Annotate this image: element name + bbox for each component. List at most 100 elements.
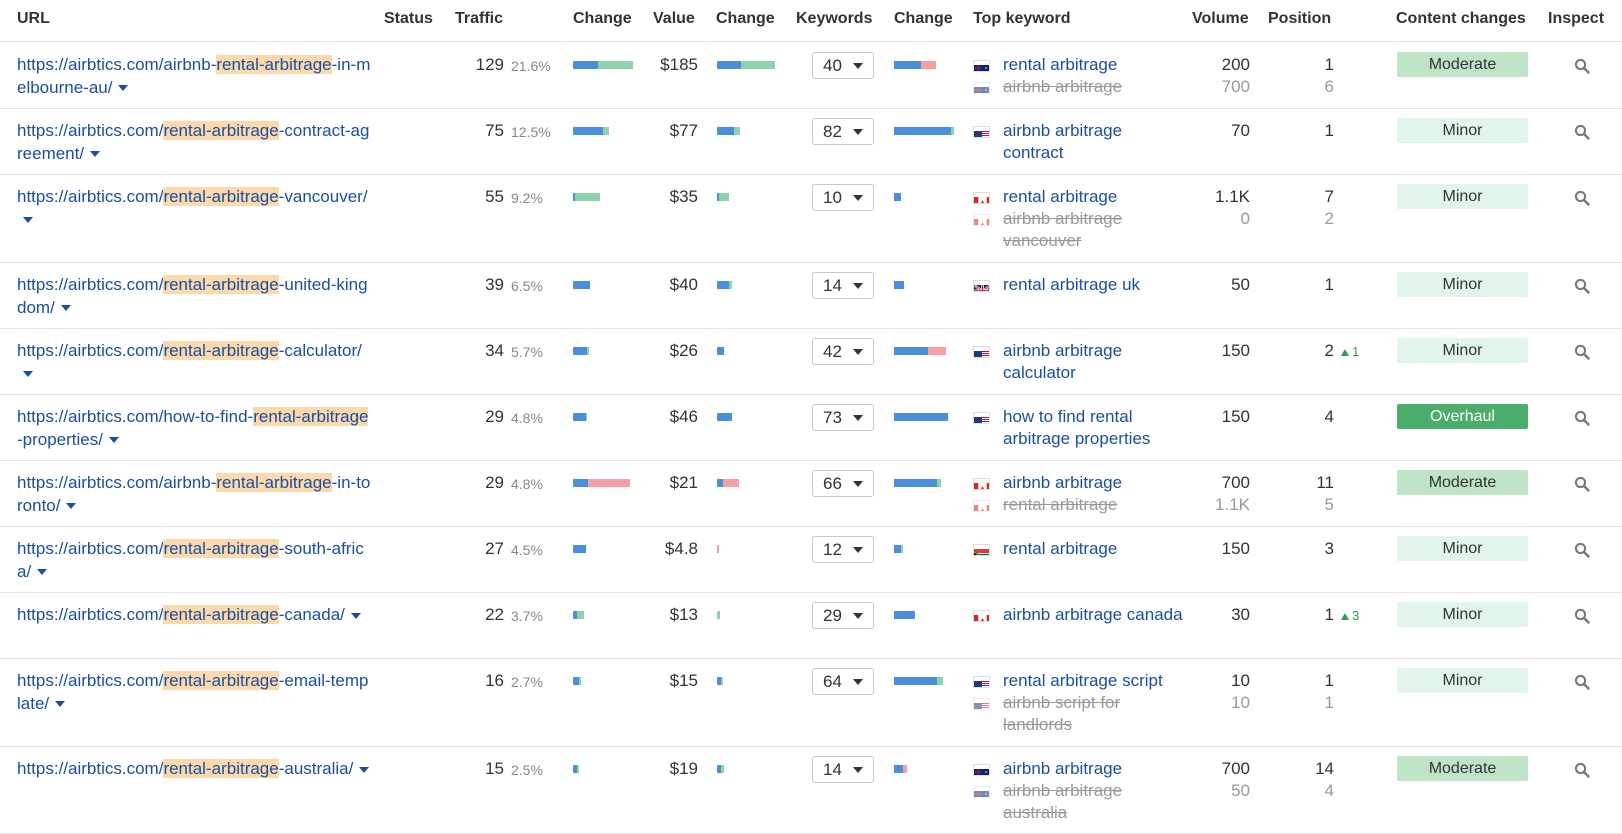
search-icon[interactable] [1573,673,1591,691]
url-segment[interactable]: https://airbtics.com/ [17,341,163,360]
url-menu-caret-icon[interactable] [108,437,119,444]
content-change-badge[interactable]: Minor [1397,536,1528,561]
url-menu-caret-icon[interactable] [60,305,71,312]
search-icon[interactable] [1573,277,1591,295]
page-url-link[interactable]: https://airbtics.com/rental-arbitrage-au… [17,758,372,781]
keywords-dropdown[interactable]: 66 [812,470,874,497]
url-menu-caret-icon[interactable] [350,612,361,619]
keywords-dropdown[interactable]: 29 [812,602,874,629]
header-content-changes[interactable]: Content changes [1396,10,1526,28]
header-status[interactable]: Status [384,10,433,28]
url-menu-caret-icon[interactable] [66,503,77,510]
page-url-link[interactable]: https://airbtics.com/rental-arbitrage-ca… [17,340,372,385]
url-segment[interactable]: https://airbtics.com/ [17,121,163,140]
url-highlight[interactable]: rental-arbitrage [163,121,279,140]
url-menu-caret-icon[interactable] [37,569,48,576]
top-keyword-item[interactable]: airbnb arbitrage [973,758,1183,780]
url-highlight[interactable]: rental-arbitrage [163,187,279,206]
url-highlight[interactable]: rental-arbitrage [163,275,279,294]
top-keyword-item[interactable]: rental arbitrage script [973,670,1183,692]
top-keyword-item[interactable]: airbnb arbitrage [973,472,1183,494]
search-icon[interactable] [1573,541,1591,559]
search-icon[interactable] [1573,761,1591,779]
url-segment[interactable]: -vancouver/ [279,187,368,206]
url-segment[interactable]: https://airbtics.com/ [17,187,163,206]
content-change-badge[interactable]: Minor [1397,118,1528,143]
header-position[interactable]: Position [1268,10,1331,28]
top-keyword-item[interactable]: airbnb arbitrage contract [973,120,1183,164]
top-keyword-item[interactable]: airbnb arbitrage calculator [973,340,1183,384]
url-menu-caret-icon[interactable] [23,217,33,224]
url-menu-caret-icon[interactable] [55,701,66,708]
page-url-link[interactable]: https://airbtics.com/rental-arbitrage-so… [17,538,372,583]
url-highlight[interactable]: rental-arbitrage [253,407,369,426]
top-keyword-text[interactable]: rental arbitrage [1003,187,1117,206]
keywords-dropdown[interactable]: 64 [812,668,874,695]
header-inspect[interactable]: Inspect [1548,10,1604,28]
url-segment[interactable]: https://airbtics.com/airbnb- [17,55,216,74]
content-change-badge[interactable]: Moderate [1397,470,1528,495]
top-keyword-item[interactable]: rental arbitrage [973,538,1183,560]
url-highlight[interactable]: rental-arbitrage [216,55,332,74]
url-highlight[interactable]: rental-arbitrage [163,671,279,690]
page-url-link[interactable]: https://airbtics.com/how-to-find-rental-… [17,406,372,451]
url-segment[interactable]: https://airbtics.com/ [17,671,163,690]
page-url-link[interactable]: https://airbtics.com/rental-arbitrage-va… [17,186,372,231]
header-keywords-change[interactable]: Change [894,10,953,28]
header-traffic-change[interactable]: Change [573,10,632,28]
content-change-badge[interactable]: Minor [1397,184,1528,209]
top-keyword-text[interactable]: airbnb arbitrage calculator [1003,341,1122,382]
top-keyword-item[interactable]: rental arbitrage [973,54,1183,76]
url-segment[interactable]: https://airbtics.com/ [17,759,163,778]
top-keyword-text[interactable]: airbnb arbitrage contract [1003,121,1122,162]
url-segment[interactable]: -properties/ [17,430,103,449]
page-url-link[interactable]: https://airbtics.com/rental-arbitrage-em… [17,670,372,715]
keywords-dropdown[interactable]: 82 [812,118,874,145]
top-keyword-text[interactable]: airbnb arbitrage canada [1003,605,1183,624]
header-value[interactable]: Value [653,10,695,28]
keywords-dropdown[interactable]: 40 [812,52,874,79]
url-segment[interactable]: https://airbtics.com/ [17,275,163,294]
content-change-badge[interactable]: Minor [1397,668,1528,693]
url-segment[interactable]: -canada/ [279,605,345,624]
search-icon[interactable] [1573,57,1591,75]
header-keywords[interactable]: Keywords [796,10,872,28]
search-icon[interactable] [1573,343,1591,361]
search-icon[interactable] [1573,475,1591,493]
top-keyword-text[interactable]: how to find rental arbitrage properties [1003,407,1150,448]
header-volume[interactable]: Volume [1192,10,1249,28]
top-keyword-text[interactable]: rental arbitrage [1003,539,1117,558]
keywords-dropdown[interactable]: 42 [812,338,874,365]
header-traffic[interactable]: Traffic [455,10,503,28]
url-highlight[interactable]: rental-arbitrage [163,759,279,778]
url-menu-caret-icon[interactable] [359,766,370,773]
keywords-dropdown[interactable]: 14 [812,756,874,783]
content-change-badge[interactable]: Minor [1397,602,1528,627]
content-change-badge[interactable]: Moderate [1397,756,1528,781]
url-highlight[interactable]: rental-arbitrage [216,473,332,492]
keywords-dropdown[interactable]: 12 [812,536,874,563]
url-segment[interactable]: https://airbtics.com/how-to-find- [17,407,253,426]
header-top-keyword[interactable]: Top keyword [973,10,1071,28]
page-url-link[interactable]: https://airbtics.com/airbnb-rental-arbit… [17,54,372,99]
header-url[interactable]: URL [17,10,50,28]
url-menu-caret-icon[interactable] [118,85,129,92]
keywords-dropdown[interactable]: 10 [812,184,874,211]
top-keyword-text[interactable]: rental arbitrage uk [1003,275,1140,294]
top-keyword-text[interactable]: airbnb arbitrage [1003,759,1122,778]
top-keyword-item[interactable]: airbnb arbitrage canada [973,604,1183,626]
header-value-change[interactable]: Change [716,10,775,28]
content-change-badge[interactable]: Overhaul [1397,404,1528,429]
url-highlight[interactable]: rental-arbitrage [163,605,279,624]
top-keyword-item[interactable]: how to find rental arbitrage properties [973,406,1183,450]
top-keyword-text[interactable]: rental arbitrage script [1003,671,1163,690]
top-keyword-text[interactable]: rental arbitrage [1003,55,1117,74]
top-keyword-text[interactable]: airbnb arbitrage [1003,473,1122,492]
top-keyword-item[interactable]: rental arbitrage [973,186,1183,208]
url-menu-caret-icon[interactable] [90,151,101,158]
url-segment[interactable]: https://airbtics.com/ [17,605,163,624]
keywords-dropdown[interactable]: 14 [812,272,874,299]
url-segment[interactable]: https://airbtics.com/ [17,539,163,558]
content-change-badge[interactable]: Minor [1397,338,1528,363]
url-menu-caret-icon[interactable] [23,371,33,378]
